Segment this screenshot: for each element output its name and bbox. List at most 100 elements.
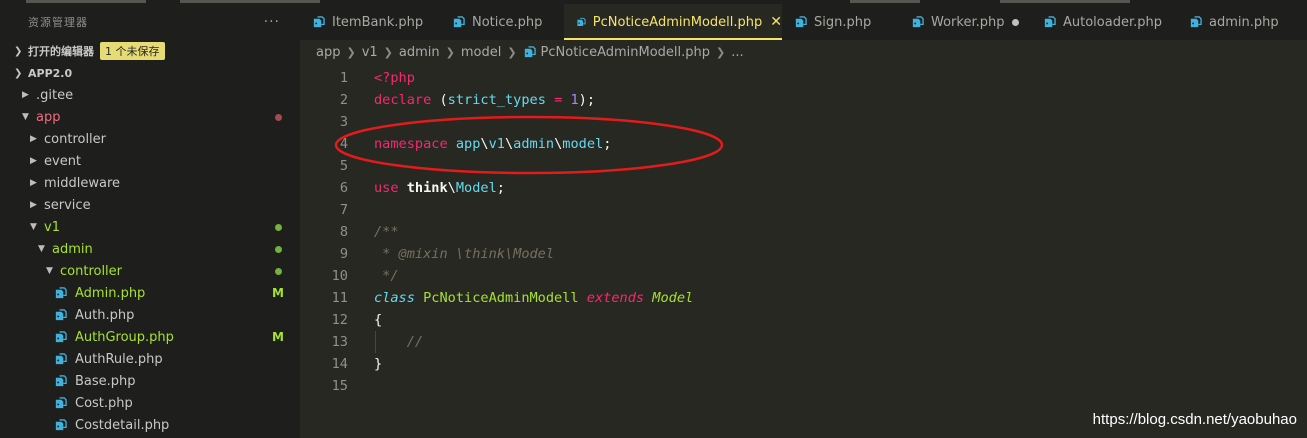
tab-sign[interactable]: Sign.php — [782, 4, 899, 40]
code-token: strict_types — [447, 92, 546, 108]
chevron-right-icon: ▶ — [30, 200, 37, 210]
line-number: 2 — [339, 92, 348, 108]
breadcrumb-segment[interactable]: app — [316, 45, 340, 60]
code-text: { — [374, 309, 382, 331]
tree-item-label: Base.php — [75, 373, 136, 389]
line-number: 5 — [339, 158, 348, 174]
tree-folder-item[interactable]: ▶ controller — [0, 128, 300, 150]
chevron-right-icon: ❯ — [383, 45, 393, 59]
php-file-icon — [55, 396, 67, 408]
php-file-icon — [524, 45, 536, 57]
tab-notice[interactable]: Notice.php — [440, 4, 564, 40]
more-actions-icon[interactable]: ··· — [264, 14, 280, 30]
line-number: 6 — [339, 180, 348, 196]
tree-item-label: Admin.php — [75, 285, 146, 301]
tab-label: ItemBank.php — [332, 14, 424, 30]
line-number: 15 — [331, 378, 348, 394]
chevron-down-icon: ❯ — [14, 67, 23, 79]
code-text: */ — [374, 265, 398, 287]
tree-folder-item[interactable]: ▼ controller — [0, 260, 300, 282]
breadcrumb-segment[interactable]: v1 — [362, 45, 378, 60]
code-token: think — [406, 180, 448, 196]
code-editor[interactable]: 1 <?php 2 declare (strict_types = 1); 3 4 name… — [300, 67, 1307, 438]
tree-folder-item[interactable]: ▼ v1 — [0, 216, 300, 238]
code-line: 3 — [300, 111, 1307, 133]
code-token: ( — [439, 92, 448, 108]
code-line: 10 */ — [300, 265, 1307, 287]
tree-file-item[interactable]: Auth.php — [0, 304, 300, 326]
line-number: 10 — [331, 268, 348, 284]
line-number: 13 — [331, 334, 348, 350]
close-icon[interactable]: ✕ — [770, 14, 782, 30]
tree-item-label: Cost.php — [75, 395, 133, 411]
tree-folder-item[interactable]: ▶ service — [0, 194, 300, 216]
chevron-right-icon: ❯ — [716, 45, 726, 59]
project-root-section[interactable]: ❯ APP2.0 — [0, 62, 300, 84]
code-token: * @mixin \think\Model — [374, 246, 555, 262]
chevron-right-icon: ▶ — [30, 178, 37, 188]
tree-file-item[interactable]: AuthRule.php — [0, 348, 300, 370]
tree-file-item[interactable]: Cost.php — [0, 392, 300, 414]
tree-file-item[interactable]: Admin.php M — [0, 282, 300, 304]
explorer-header: 资源管理器 ··· — [0, 4, 300, 40]
file-tree: ▶ .gitee ▼ app ▶ controller ▶ event ▶ middleware ▶… — [0, 84, 300, 436]
tab-autoloader[interactable]: Autoloader.php — [1031, 4, 1177, 40]
tree-file-item[interactable]: Costdetail.php — [0, 414, 300, 436]
editor-tabs: ItemBank.php Notice.php PcNoticeAdminModel… — [300, 4, 1307, 40]
tab-label: admin.php — [1209, 14, 1279, 30]
tree-folder-item[interactable]: ▶ event — [0, 150, 300, 172]
tree-folder-item[interactable]: ▼ app — [0, 106, 300, 128]
tree-item-label: app — [36, 109, 61, 125]
tree-file-item[interactable]: AuthGroup.php M — [0, 326, 300, 348]
code-token: extends — [586, 290, 653, 306]
code-token: namespace — [374, 136, 456, 152]
php-file-icon — [55, 418, 67, 430]
code-token: { — [374, 312, 383, 328]
code-token: v1 — [488, 136, 505, 152]
change-indicator-dot — [275, 113, 282, 121]
tab-worker[interactable]: Worker.php — [899, 4, 1031, 40]
code-token: admin — [513, 136, 555, 152]
line-number: 3 — [339, 114, 348, 130]
tree-item-label: Costdetail.php — [75, 417, 170, 433]
breadcrumb-segment[interactable]: model — [461, 45, 501, 60]
tree-folder-item[interactable]: ▼ admin — [0, 238, 300, 260]
code-line: 11 class PcNoticeAdminModell extends Mode… — [300, 287, 1307, 309]
tree-folder-item[interactable]: ▶ middleware — [0, 172, 300, 194]
chevron-right-icon: ▶ — [30, 156, 37, 166]
git-status-badge: M — [272, 286, 284, 300]
line-number: 14 — [331, 356, 348, 372]
line-number: 7 — [339, 202, 348, 218]
tree-item-label: v1 — [44, 219, 60, 235]
line-number: 4 — [339, 136, 348, 152]
open-editors-label: 打开的编辑器 — [28, 45, 94, 58]
php-file-icon — [313, 15, 325, 27]
breadcrumb-segment[interactable]: admin — [399, 45, 440, 60]
tab-admin[interactable]: admin.php — [1177, 4, 1307, 40]
php-file-icon — [55, 286, 67, 298]
code-text: class PcNoticeAdminModell extends Model — [374, 287, 693, 309]
tree-file-item[interactable]: Base.php — [0, 370, 300, 392]
line-number: 11 — [331, 290, 348, 306]
line-number: 8 — [339, 224, 348, 240]
code-token: model — [562, 136, 604, 152]
explorer-sidebar: 资源管理器 ··· ❯ 打开的编辑器 1 个未保存 ❯ APP2.0 ▶ .git… — [0, 4, 300, 438]
code-line: 15 — [300, 375, 1307, 397]
chevron-right-icon: ▶ — [22, 90, 29, 100]
open-editors-section[interactable]: ❯ 打开的编辑器 1 个未保存 — [0, 40, 300, 62]
breadcrumb: app ❯ v1 ❯ admin ❯ model ❯ PcNoticeAdminModell.p… — [300, 40, 1307, 64]
breadcrumb-segment[interactable]: PcNoticeAdminModell.php — [541, 45, 710, 60]
code-text: <?php — [374, 67, 415, 89]
chevron-down-icon: ▼ — [46, 266, 53, 276]
breadcrumb-segment[interactable]: ... — [731, 45, 743, 60]
explorer-title: 资源管理器 — [28, 16, 88, 29]
php-file-icon — [577, 17, 586, 26]
change-indicator-dot — [275, 245, 282, 253]
code-token: \ — [480, 136, 489, 152]
code-line: 7 — [300, 199, 1307, 221]
tab-itembank[interactable]: ItemBank.php — [300, 4, 440, 40]
code-token: \ — [504, 136, 514, 152]
tab-pcnoticeadminmodell[interactable]: PcNoticeAdminModell.php ✕ — [564, 4, 782, 40]
code-line: 6 use think\Model; — [300, 177, 1307, 199]
tree-folder-item[interactable]: ▶ .gitee — [0, 84, 300, 106]
